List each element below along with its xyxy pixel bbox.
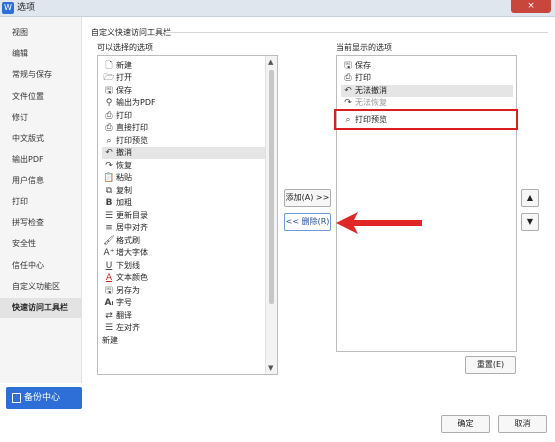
save-icon: 🖫 [344,61,352,71]
copy-icon: ⧉ [105,186,113,196]
list-item[interactable]: B 加粗 [102,197,266,209]
cancel-button[interactable]: 取消 [498,415,547,433]
pdf-icon: ⚲ [105,98,113,108]
list-item[interactable]: ↶ 撤消 [102,147,266,159]
add-button[interactable]: 添加(A) >> [284,189,331,207]
undo-icon: ↶ [105,148,113,158]
list-item[interactable]: ⚲ 输出为PDF [102,97,266,109]
save-icon: 🖫 [105,86,113,96]
paste-icon: 📋 [103,173,115,183]
list-item[interactable]: ☰ 更新目录 [102,210,266,222]
update-toc-icon: ☰ [104,211,114,221]
sidebar-item-export-pdf[interactable]: 输出PDF [0,150,82,170]
scroll-down-icon[interactable]: ▼ [268,364,273,372]
list-item[interactable]: ↷ 无法恢复 [341,97,513,109]
list-item[interactable]: ☰ 左对齐 [102,322,266,334]
list-item[interactable]: 🗁 打开 [102,72,266,84]
text-color-icon: A [105,273,113,283]
print-icon: ⎙ [344,73,352,83]
backup-icon [12,393,21,403]
sidebar-item-user-info[interactable]: 用户信息 [0,171,82,191]
list-item[interactable]: ⌕ 打印预览 [102,135,266,147]
ok-button[interactable]: 确定 [441,415,490,433]
redo-icon: ↷ [105,161,113,171]
list-item[interactable]: 🖫 保存 [102,85,266,97]
list-item[interactable]: ⎙ 打印 [102,110,266,122]
list-item[interactable]: 🖫 保存 [341,60,513,72]
list-item[interactable]: ↶ 无法撤消 [341,85,513,97]
app-icon: W [2,2,14,14]
bold-icon: B [105,198,113,208]
current-options-label: 当前显示的选项 [336,43,392,52]
underline-icon: U [105,261,113,271]
sidebar-item-security[interactable]: 安全性 [0,234,82,254]
list-item[interactable]: 🖌 格式刷 [102,235,266,247]
list-item[interactable]: ⇄ 翻译 [102,310,266,322]
close-button[interactable]: × [511,0,551,13]
window-title: 选项 [17,3,36,13]
group-header: 新建 [102,336,118,345]
remove-button[interactable]: << 删除(R) [284,213,331,231]
section-divider [163,32,548,33]
font-size-icon: Aᵢ [104,298,114,308]
list-item[interactable]: ⎙ 打印 [341,72,513,84]
list-item[interactable]: U 下划线 [102,260,266,272]
format-painter-icon: 🖌 [103,236,115,246]
available-options-list[interactable]: 🗋 新建 🗁 打开 🖫 保存 ⚲ 输出为PDF ⎙ 打印 ⎙ 直接打印 ⌕ 打印预览 ↶ 撤消 … [97,55,278,375]
move-up-button[interactable]: ▲ [521,189,539,207]
scroll-up-icon[interactable]: ▲ [268,58,273,66]
reset-button[interactable]: 重置(E) [465,356,516,374]
section-title: 自定义快速访问工具栏 [91,28,171,37]
sidebar-item-spell-check[interactable]: 拼写检查 [0,213,82,233]
available-list-scrollbar[interactable]: ▲ ▼ [265,56,277,374]
list-item[interactable]: ⎙ 直接打印 [102,122,266,134]
save-as-icon: 🖫 [105,286,113,296]
sidebar-item-file-location[interactable]: 文件位置 [0,87,82,107]
list-item[interactable]: 🖫 另存为 [102,285,266,297]
sidebar: 视图 编辑 常规与保存 文件位置 修订 中文版式 输出PDF 用户信息 打印 拼… [0,17,82,383]
align-center-icon: ≡ [105,223,113,233]
folder-icon: 🗁 [103,73,115,83]
sidebar-item-customize-ribbon[interactable]: 自定义功能区 [0,277,82,297]
available-options-label: 可以选择的选项 [97,43,153,52]
redo-icon: ↷ [344,98,352,108]
highlight-box [334,109,518,130]
move-down-button[interactable]: ▼ [521,213,539,231]
sidebar-item-chinese-layout[interactable]: 中文版式 [0,129,82,149]
list-item[interactable]: ↷ 恢复 [102,160,266,172]
undo-icon: ↶ [344,86,352,96]
align-left-icon: ☰ [104,323,114,333]
sidebar-item-print[interactable]: 打印 [0,192,82,212]
backup-center-label: 备份中心 [24,393,61,403]
sidebar-item-view[interactable]: 视图 [0,23,82,43]
sidebar-item-revision[interactable]: 修订 [0,108,82,128]
sidebar-item-edit[interactable]: 编辑 [0,44,82,64]
scrollbar-thumb[interactable] [269,70,274,304]
print-preview-icon: ⌕ [106,136,112,146]
new-doc-icon: 🗋 [105,61,113,71]
list-item[interactable]: A⁺ 增大字体 [102,247,266,259]
current-options-list[interactable]: 🖫 保存 ⎙ 打印 ↶ 无法撤消 ↷ 无法恢复 ⌕ 打印预览 [336,55,517,352]
print-icon: ⎙ [105,111,113,121]
grow-font-icon: A⁺ [103,248,115,258]
list-item[interactable]: A 文本颜色 [102,272,266,284]
list-item[interactable]: ≡ 居中对齐 [102,222,266,234]
sidebar-item-trust-center[interactable]: 信任中心 [0,256,82,276]
direct-print-icon: ⎙ [105,123,113,133]
list-item[interactable]: 🗋 新建 [102,60,266,72]
backup-center-button[interactable]: 备份中心 [6,387,82,409]
sidebar-item-general-save[interactable]: 常规与保存 [0,65,82,85]
annotation-arrow [336,212,422,234]
translate-icon: ⇄ [105,311,113,321]
title-bar: W 选项 × [0,0,555,17]
list-item[interactable]: Aᵢ 字号 [102,297,266,309]
sidebar-item-quick-access-toolbar[interactable]: 快速访问工具栏 [0,298,82,318]
list-item[interactable]: 📋 粘贴 [102,172,266,184]
list-item[interactable]: ⧉ 复制 [102,185,266,197]
